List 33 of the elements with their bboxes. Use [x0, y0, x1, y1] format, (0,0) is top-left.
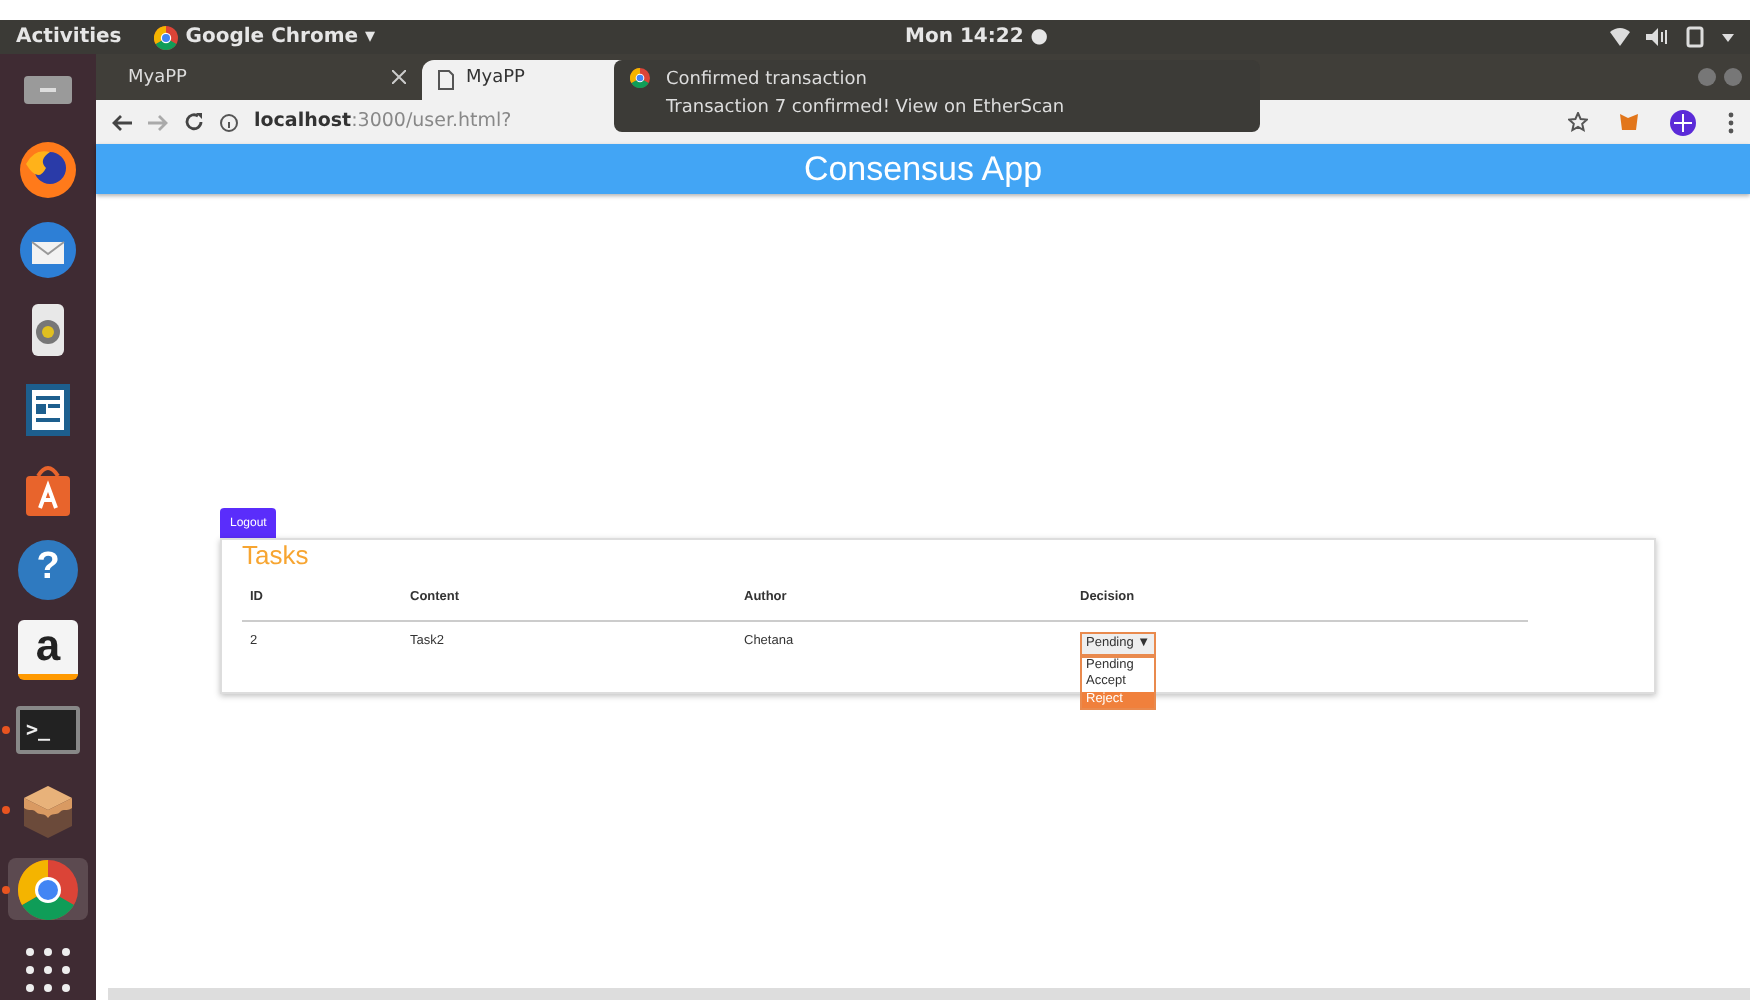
- mail-icon[interactable]: [18, 219, 78, 279]
- amazon-icon[interactable]: a: [18, 619, 78, 679]
- reload-icon[interactable]: [184, 112, 204, 132]
- minimize-icon[interactable]: [1698, 68, 1716, 86]
- help-icon[interactable]: ?: [18, 539, 78, 599]
- firefox-icon[interactable]: [18, 139, 78, 199]
- page-icon: [438, 70, 454, 90]
- app-header: Consensus App: [96, 144, 1750, 194]
- tasks-heading: Tasks: [242, 540, 311, 572]
- chrome-icon[interactable]: [18, 859, 78, 919]
- notification-popup[interactable]: Confirmed transaction Transaction 7 confirmed! View on EtherScan: [614, 60, 1260, 132]
- menu-icon[interactable]: [1728, 111, 1734, 133]
- horizontal-scrollbar[interactable]: [108, 988, 1750, 1000]
- caret-icon[interactable]: [1722, 33, 1734, 41]
- chrome-icon: [630, 68, 650, 88]
- running-indicator: [2, 806, 10, 814]
- app-menu[interactable]: Google Chrome ▾: [153, 22, 376, 52]
- notification-text: Transaction 7 confirmed! View on EtherScan: [666, 95, 1065, 121]
- back-icon[interactable]: [112, 113, 132, 131]
- browser-tab[interactable]: MyaPP: [112, 60, 422, 100]
- info-icon: [220, 113, 238, 131]
- activities-button[interactable]: Activities: [16, 22, 122, 52]
- running-indicator: [2, 886, 10, 894]
- maximize-icon[interactable]: [1724, 68, 1742, 86]
- battery-icon[interactable]: [1686, 26, 1706, 48]
- address-field[interactable]: localhost:3000/user.html?: [254, 107, 512, 137]
- clock[interactable]: Mon 14:22 ●: [905, 22, 1048, 52]
- wifi-icon[interactable]: [1610, 28, 1630, 46]
- star-icon[interactable]: [1568, 112, 1588, 132]
- volume-icon[interactable]: [1646, 28, 1670, 46]
- running-indicator: [2, 726, 10, 734]
- chrome-icon: [153, 25, 178, 49]
- terminal-icon[interactable]: >_: [16, 705, 80, 753]
